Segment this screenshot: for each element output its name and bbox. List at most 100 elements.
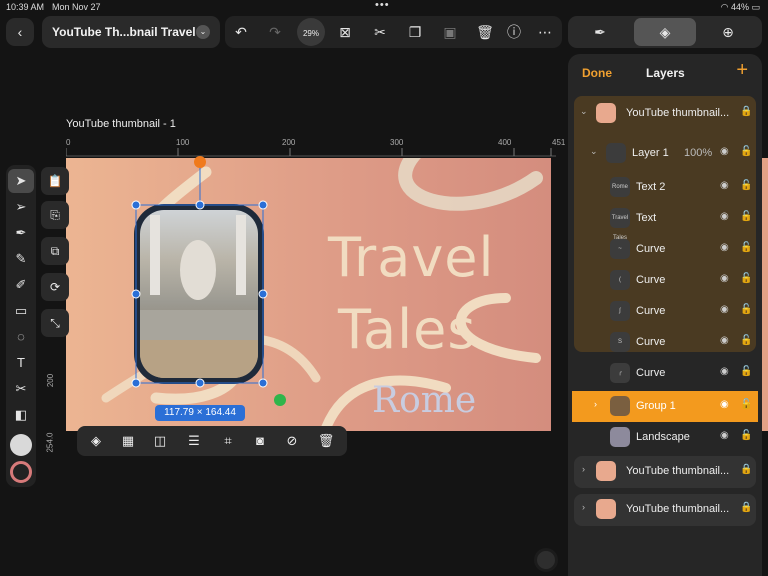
done-button[interactable]: Done	[582, 66, 612, 80]
lock-icon[interactable]: 🔓	[740, 399, 752, 410]
add-layer-button[interactable]: +	[736, 59, 748, 82]
layer-row[interactable]: ( Curve ◉ 🔓	[574, 265, 756, 295]
layer-row[interactable]: ╭ Curve ◉ 🔓	[574, 358, 756, 388]
eraser-tool-icon[interactable]: ◧	[8, 403, 34, 427]
chevron-right-icon[interactable]: ›	[594, 399, 597, 409]
zoom-level: 29%	[302, 29, 319, 38]
node-tool-icon[interactable]: ➢	[8, 195, 34, 219]
layer-row[interactable]: › YouTube thumbnail... 🔒	[574, 456, 756, 488]
eye-icon[interactable]: ◉	[720, 242, 729, 253]
layer-row[interactable]: Rome Text 2 ◉ 🔓	[574, 172, 756, 202]
zoom-indicator[interactable]: 29%	[297, 18, 325, 46]
hide-icon[interactable]: ⊘	[279, 428, 305, 454]
chevron-down-icon[interactable]: ⌄	[590, 146, 598, 157]
layer-name: YouTube thumbnail...	[626, 503, 730, 515]
pen-tab-icon[interactable]: ✒	[586, 18, 614, 46]
brush-tool-icon[interactable]: ✐	[8, 273, 34, 297]
lock-icon[interactable]: 🔓	[740, 366, 752, 377]
text-tool-icon[interactable]: T	[8, 351, 34, 375]
redo-icon[interactable]: ↷	[261, 18, 289, 46]
copy-style-icon[interactable]: ▣	[436, 18, 464, 46]
eye-icon[interactable]: ◉	[720, 180, 729, 191]
title-text-line2[interactable]: Tales	[338, 298, 477, 361]
layer-thumbnail: Travel Tales	[610, 208, 630, 241]
fill-color-swatch[interactable]	[10, 434, 32, 456]
eye-icon[interactable]: ◉	[720, 399, 729, 410]
trash-icon[interactable]: 🗑	[471, 18, 499, 46]
lock-icon[interactable]: 🔓	[740, 242, 752, 253]
chevron-left-icon: ‹	[17, 24, 23, 40]
rectangle-tool-icon[interactable]: ▭	[8, 299, 34, 323]
add-tab-icon[interactable]: ⊕	[714, 18, 742, 46]
lock-icon[interactable]: 🔓	[740, 430, 752, 441]
layer-name: Text 2	[636, 181, 666, 193]
rotate-icon[interactable]: ⟳	[41, 273, 69, 301]
layer-row[interactable]: ~ Curve ◉ 🔓	[574, 234, 756, 264]
crop-icon[interactable]: ⌗	[215, 428, 241, 454]
stroke-color-swatch[interactable]	[10, 461, 32, 483]
layers-tab[interactable]: ◈	[634, 18, 696, 46]
layer-row-selected[interactable]: › Group 1 ◉ 🔓	[572, 391, 758, 422]
boolean-icon[interactable]: ◫	[147, 428, 173, 454]
help-icon[interactable]: ⓘ	[500, 18, 528, 46]
subtitle-text[interactable]: Rome	[372, 380, 476, 421]
ruler-v-label: 254.0	[45, 432, 55, 453]
paste-icon[interactable]: ⎘	[41, 201, 69, 229]
pen-tool-icon[interactable]: ✒	[8, 221, 34, 245]
layer-row[interactable]: ⌄ Layer 1 100% ◉ 🔓	[574, 138, 756, 168]
chevron-down-icon[interactable]: ⌄	[580, 106, 588, 117]
resize-icon[interactable]: ⤡	[41, 309, 69, 337]
eye-icon[interactable]: ◉	[720, 304, 729, 315]
layer-row[interactable]: ⌄ YouTube thumbnail... 🔒	[574, 98, 756, 128]
layer-name: Landscape	[636, 431, 690, 443]
layer-row[interactable]: › YouTube thumbnail... 🔒	[574, 494, 756, 526]
opacity-grid-icon[interactable]: ▦	[115, 428, 141, 454]
undo-icon[interactable]: ↶	[227, 18, 255, 46]
title-text-line1[interactable]: Travel	[328, 226, 495, 289]
lasso-tool-icon[interactable]: ◌	[8, 325, 34, 349]
pencil-tool-icon[interactable]: ✎	[8, 247, 34, 271]
layers-stack-icon[interactable]: ◈	[83, 428, 109, 454]
chevron-right-icon[interactable]: ›	[582, 502, 585, 512]
curve-thumbnail: S	[610, 332, 630, 352]
lock-icon[interactable]: 🔓	[740, 211, 752, 222]
delete-icon[interactable]: 🗑	[313, 428, 339, 454]
scissors-icon[interactable]: ✂	[366, 18, 394, 46]
lock-icon[interactable]: 🔓	[740, 180, 752, 191]
layer-name: Layer 1	[632, 147, 669, 159]
lock-icon[interactable]: 🔓	[740, 335, 752, 346]
layer-thumbnail	[596, 499, 616, 519]
layer-row[interactable]: Landscape ◉ 🔓	[574, 422, 756, 452]
document-title-button[interactable]: YouTube Th...bnail Travel ⌄	[42, 16, 220, 48]
layer-row[interactable]: ∫ Curve ◉ 🔓	[574, 296, 756, 326]
duplicate-icon[interactable]: ❐	[401, 18, 429, 46]
back-button[interactable]: ‹	[6, 18, 34, 46]
select-tool-icon[interactable]: ➤	[8, 169, 34, 193]
mask-icon[interactable]: ◙	[247, 428, 273, 454]
eye-icon[interactable]: ◉	[720, 146, 729, 157]
lock-icon[interactable]: 🔒	[740, 106, 752, 117]
eye-icon[interactable]: ◉	[720, 366, 729, 377]
align-icon[interactable]: ☰	[181, 428, 207, 454]
chevron-right-icon[interactable]: ›	[582, 464, 585, 474]
eye-icon[interactable]: ◉	[720, 430, 729, 441]
eye-icon[interactable]: ◉	[720, 273, 729, 284]
more-icon[interactable]: ⋯	[531, 18, 559, 46]
status-time: 10:39 AM	[6, 2, 45, 12]
lock-icon[interactable]: 🔓	[740, 146, 752, 157]
multitask-dots-icon[interactable]: •••	[375, 0, 390, 11]
layer-row[interactable]: Travel Tales Text ◉ 🔓	[574, 203, 756, 241]
layer-row[interactable]: S Curve ◉ 🔓	[574, 327, 756, 357]
eye-icon[interactable]: ◉	[720, 211, 729, 222]
selection-overlay[interactable]	[130, 150, 300, 420]
eye-icon[interactable]: ◉	[720, 335, 729, 346]
lock-icon[interactable]: 🔒	[740, 502, 752, 513]
arrange-icon[interactable]: ⧉	[41, 237, 69, 265]
clipboard-icon[interactable]: 📋	[41, 167, 69, 195]
lock-icon[interactable]: 🔓	[740, 304, 752, 315]
home-button[interactable]	[534, 548, 558, 572]
select-frame-icon[interactable]: ⊠	[331, 18, 359, 46]
scissors-tool-icon[interactable]: ✂	[8, 377, 34, 401]
lock-icon[interactable]: 🔒	[740, 464, 752, 475]
lock-icon[interactable]: 🔓	[740, 273, 752, 284]
